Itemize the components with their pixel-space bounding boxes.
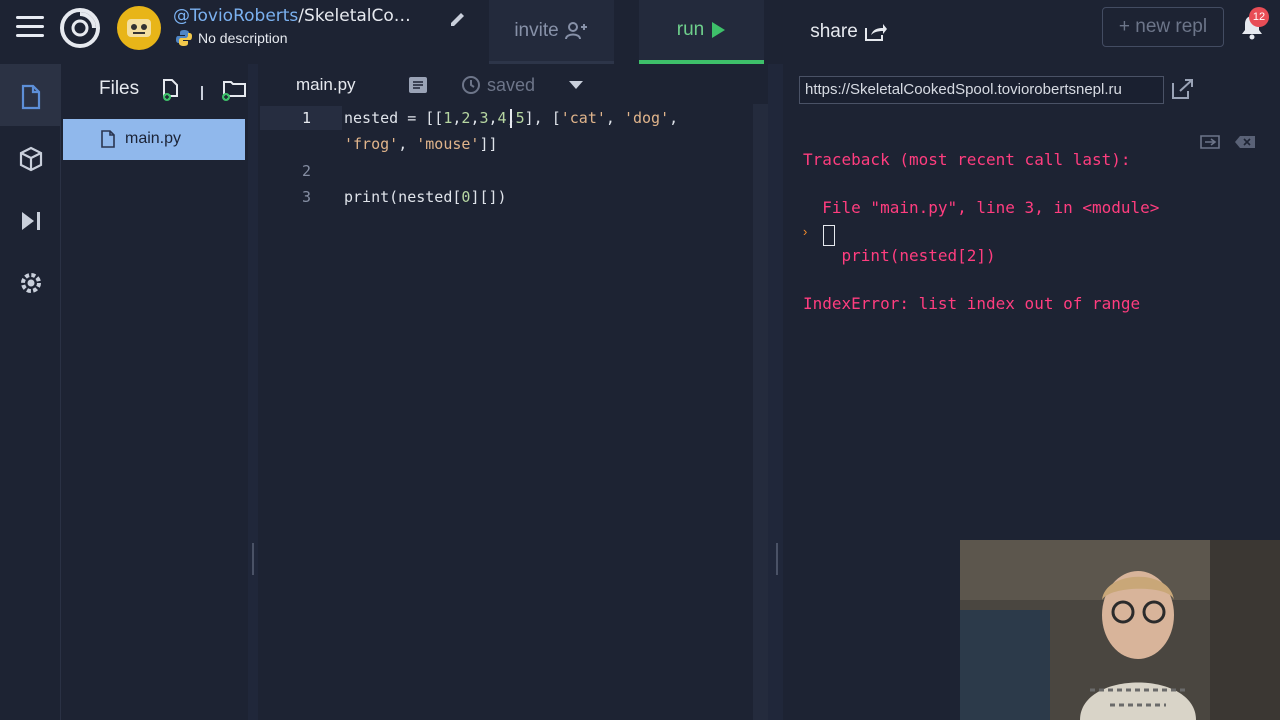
- tab-main-py[interactable]: main.py: [296, 75, 356, 95]
- console-line: IndexError: list index out of range: [803, 294, 1141, 313]
- new-file-icon[interactable]: [160, 78, 182, 102]
- run-button[interactable]: run: [639, 0, 764, 64]
- play-icon: [712, 22, 726, 38]
- webcam-overlay: [960, 540, 1280, 720]
- console-line: print(nested[2]): [803, 246, 996, 265]
- files-title: Files: [99, 78, 140, 99]
- open-in-new-tab-icon[interactable]: [1170, 78, 1194, 100]
- python-icon: [176, 30, 192, 46]
- console-toggle-icon[interactable]: [1198, 133, 1222, 151]
- avatar[interactable]: [117, 6, 161, 50]
- line-number: 3: [301, 188, 311, 206]
- file-item-label: main.py: [125, 130, 182, 147]
- avatar-robot-icon: [127, 19, 151, 37]
- console-cursor[interactable]: [823, 225, 835, 246]
- run-label: run: [676, 19, 705, 40]
- console-line: Traceback (most recent call last):: [803, 150, 1131, 169]
- file-icon[interactable]: [18, 84, 44, 110]
- repl-name[interactable]: /SkeletalCo…: [298, 6, 410, 26]
- repl-description[interactable]: No description: [198, 30, 288, 46]
- code-line-1-wrap: 'frog', 'mouse']]: [344, 135, 498, 153]
- text-cursor: [510, 109, 512, 128]
- files-panel: [62, 64, 248, 720]
- share-label: share: [810, 21, 858, 42]
- invite-label: invite: [514, 19, 559, 41]
- repl-title[interactable]: @TovioRoberts/SkeletalCo…: [173, 6, 411, 26]
- menu-icon[interactable]: [16, 16, 44, 40]
- console-output: Traceback (most recent call last): File …: [803, 124, 1159, 340]
- save-status: saved: [487, 75, 536, 95]
- debugger-icon[interactable]: [18, 208, 44, 234]
- url-field[interactable]: https://SkeletalCookedSpool.tovioroberts…: [799, 76, 1164, 104]
- repl-owner[interactable]: @TovioRoberts: [173, 6, 298, 26]
- resize-handle[interactable]: [252, 543, 254, 575]
- line-number: 2: [301, 162, 311, 180]
- console-prompt: ›: [803, 224, 808, 239]
- invite-button[interactable]: invite: [489, 0, 614, 64]
- chevron-down-icon[interactable]: [568, 80, 584, 90]
- console-line: File "main.py", line 3, in <module>: [803, 198, 1160, 217]
- panel-divider[interactable]: [768, 64, 783, 720]
- gear-icon[interactable]: [18, 270, 44, 296]
- package-icon[interactable]: [18, 146, 44, 172]
- file-icon: [101, 130, 115, 148]
- history-icon[interactable]: [460, 75, 482, 95]
- line-number: 1: [301, 109, 311, 127]
- replit-logo-icon[interactable]: [58, 6, 102, 50]
- clear-console-icon[interactable]: [1234, 134, 1256, 150]
- pencil-icon[interactable]: [448, 8, 468, 28]
- share-icon: [864, 24, 887, 41]
- webcam-video: [960, 540, 1280, 720]
- code-line-3: print(nested[0][]): [344, 188, 507, 206]
- toolbar-divider: [201, 86, 203, 100]
- format-icon[interactable]: [408, 76, 428, 94]
- notification-badge: 12: [1249, 7, 1269, 27]
- editor-scrollbar[interactable]: [753, 104, 768, 720]
- new-folder-icon[interactable]: [218, 78, 246, 102]
- share-button[interactable]: share: [790, 0, 908, 64]
- resize-handle[interactable]: [776, 543, 778, 575]
- new-repl-button[interactable]: + new repl: [1102, 7, 1224, 47]
- add-user-icon: [564, 21, 587, 39]
